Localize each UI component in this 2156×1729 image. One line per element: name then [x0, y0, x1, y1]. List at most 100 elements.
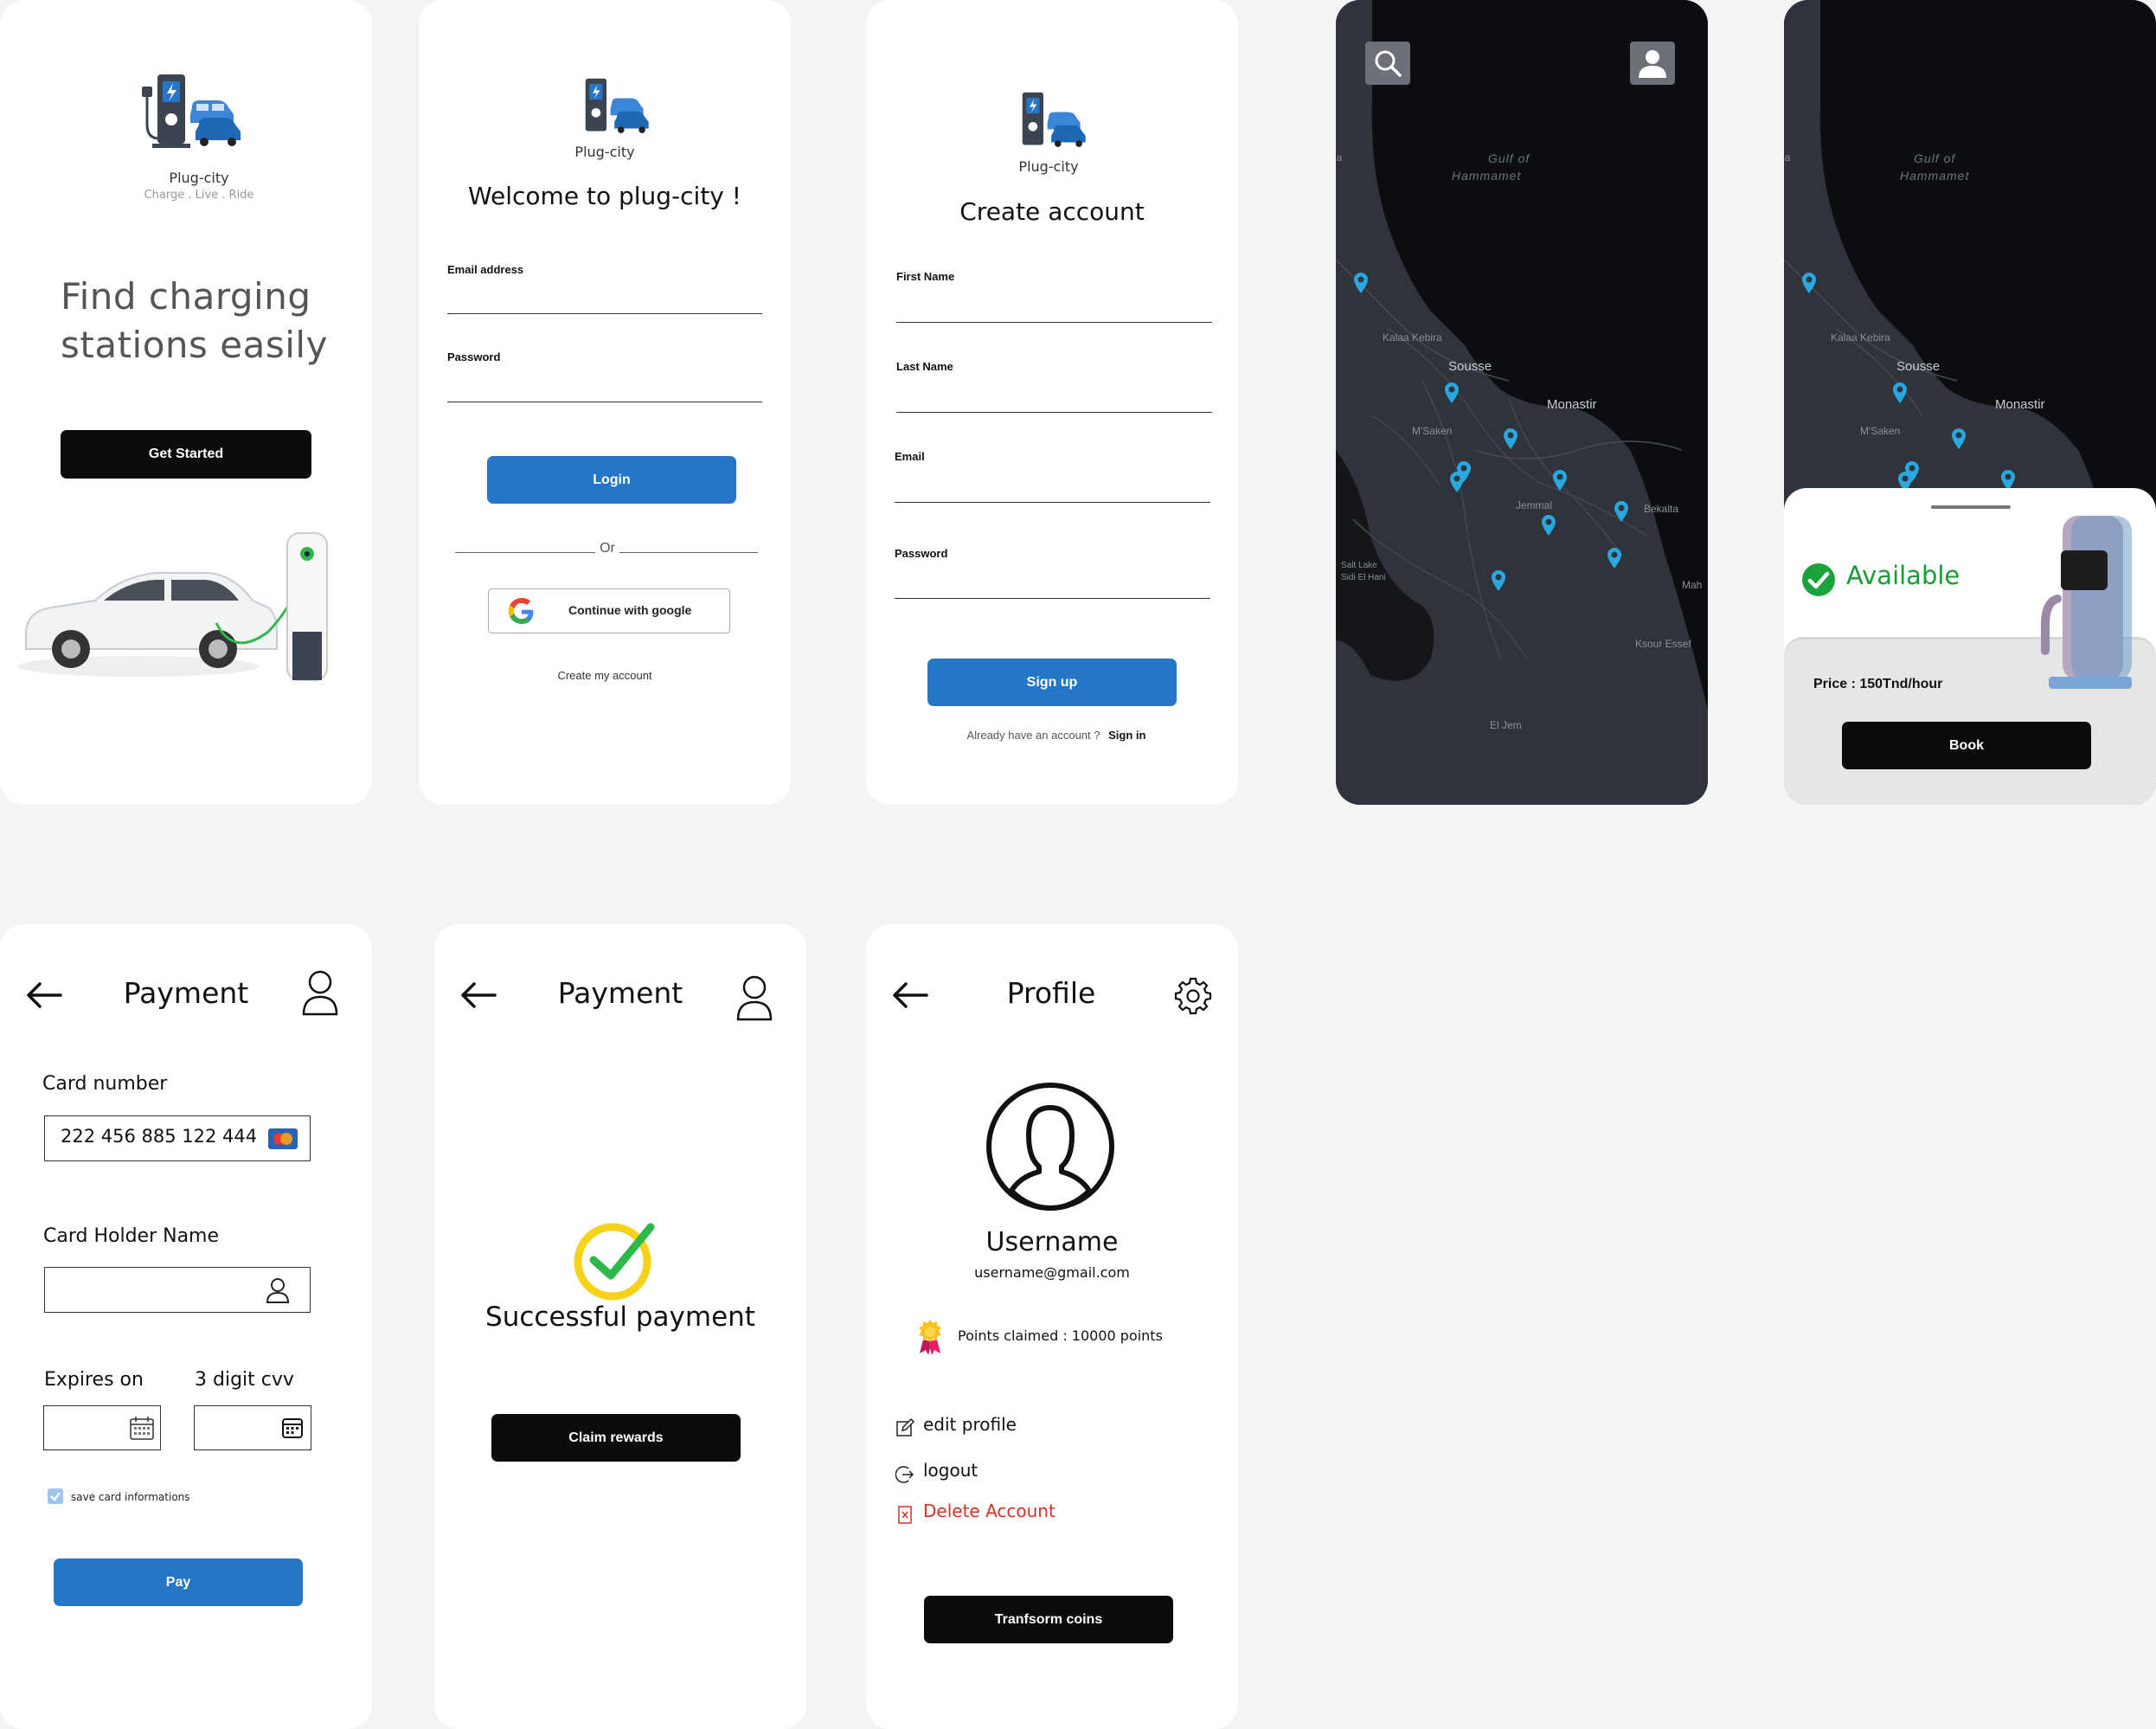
onboarding-headline-1: Find charging — [61, 275, 311, 318]
map-pin-icon[interactable] — [1447, 471, 1466, 493]
charger-illustration — [2041, 516, 2132, 689]
signup-title: Create account — [959, 197, 1145, 226]
calendar-icon — [130, 1417, 154, 1440]
create-account-link[interactable]: Create my account — [505, 669, 704, 682]
trash-icon — [898, 1506, 912, 1524]
page-title: Profile — [1006, 976, 1096, 1010]
signin-prompt: Already have an account ? Sign in — [927, 729, 1186, 742]
password-label: Password — [447, 350, 501, 363]
map-pin-icon[interactable] — [1501, 427, 1520, 450]
payment-success-screen: Payment Successful payment Claim rewards — [434, 924, 806, 1729]
checkmark-icon — [50, 1492, 61, 1501]
last-name-field[interactable] — [896, 389, 1212, 413]
page-title: Payment — [557, 976, 683, 1010]
username: Username — [985, 1227, 1119, 1257]
first-name-label: First Name — [896, 270, 955, 283]
calendar-icon — [282, 1418, 303, 1438]
transform-coins-button[interactable]: Tranfsorm coins — [924, 1596, 1173, 1643]
plug-city-logo-icon — [142, 74, 241, 148]
search-button[interactable] — [1365, 42, 1410, 85]
cvv-label: 3 digit cvv — [195, 1369, 294, 1391]
logout-item[interactable]: logout — [895, 1460, 1068, 1486]
pay-button[interactable]: Pay — [54, 1559, 303, 1606]
signin-link[interactable]: Sign in — [1108, 729, 1145, 742]
or-label: Or — [600, 541, 615, 556]
search-icon — [1375, 50, 1402, 77]
map-pin-icon[interactable] — [1605, 547, 1624, 569]
email-field[interactable] — [895, 479, 1210, 503]
password-label: Password — [895, 547, 948, 560]
password-field[interactable] — [447, 379, 762, 402]
cvv-input[interactable] — [194, 1405, 311, 1450]
signup-screen: Plug-city Create account First Name Last… — [866, 0, 1238, 805]
get-started-button[interactable]: Get Started — [61, 430, 311, 479]
card-holder-input[interactable] — [44, 1267, 311, 1313]
logout-icon — [895, 1466, 914, 1483]
availability-status: Available — [1846, 561, 1960, 590]
back-arrow-icon[interactable] — [460, 981, 497, 1009]
already-text: Already have an account ? — [966, 729, 1100, 742]
map-pin-icon[interactable] — [1489, 569, 1508, 592]
mastercard-icon — [268, 1128, 298, 1149]
map-screen: Gulf of Hammamet na Kalaa Kebira Sousse … — [1336, 0, 1708, 805]
map-pin-icon[interactable] — [1539, 514, 1558, 537]
map-pin-icon[interactable] — [1949, 427, 1968, 450]
points-text: Points claimed : 10000 points — [958, 1327, 1163, 1344]
page-title: Payment — [123, 976, 249, 1010]
last-name-label: Last Name — [896, 360, 953, 373]
onboarding-screen: Plug-city Charge . Live . Ride Find char… — [0, 0, 372, 805]
sheet-handle[interactable] — [1931, 505, 2011, 509]
card-number-label: Card number — [42, 1073, 168, 1095]
card-number-value: 222 456 885 122 444 — [61, 1126, 258, 1147]
divider-right — [619, 552, 758, 553]
logout-label: logout — [923, 1460, 979, 1481]
plug-city-logo-icon — [585, 78, 649, 133]
map-pin-icon[interactable] — [1550, 469, 1569, 492]
booking-sheet: Available Price : 150Tnd/hour Book — [1784, 488, 2156, 805]
edit-profile-item[interactable]: edit profile — [895, 1414, 1068, 1440]
login-title: Welcome to plug-city ! — [467, 182, 741, 210]
expires-label: Expires on — [44, 1369, 144, 1391]
plug-city-logo-icon — [1022, 92, 1086, 147]
signup-button[interactable]: Sign up — [927, 659, 1177, 706]
user-icon[interactable] — [301, 967, 339, 1016]
password-field[interactable] — [895, 575, 1210, 599]
delete-account-item[interactable]: Delete Account — [895, 1501, 1103, 1527]
card-number-input[interactable]: 222 456 885 122 444 — [44, 1115, 311, 1161]
map-pin-icon[interactable] — [1612, 500, 1631, 523]
brand-name: Plug-city — [574, 144, 635, 160]
map-pin-icon[interactable] — [1442, 382, 1461, 404]
map-pin-icon[interactable] — [1800, 272, 1819, 294]
login-screen: Plug-city Welcome to plug-city ! Email a… — [419, 0, 791, 805]
google-button-label: Continue with google — [568, 603, 692, 617]
map-pin-icon[interactable] — [1890, 382, 1909, 404]
profile-screen: Profile Username username@gmail.com Poin… — [866, 924, 1238, 1729]
edit-icon — [896, 1418, 914, 1437]
user-icon[interactable] — [735, 973, 773, 1021]
email-label: Email address — [447, 263, 524, 276]
google-button[interactable]: Continue with google — [488, 588, 730, 633]
map-pins — [1336, 0, 1708, 805]
email-field[interactable] — [447, 291, 762, 314]
claim-rewards-button[interactable]: Claim rewards — [491, 1414, 741, 1462]
login-button[interactable]: Login — [487, 456, 736, 504]
delete-account-label: Delete Account — [923, 1501, 1056, 1521]
save-card-label: save card informations — [71, 1491, 190, 1503]
medal-icon — [919, 1320, 941, 1355]
profile-button[interactable] — [1630, 42, 1675, 85]
map-pin-icon[interactable] — [1351, 272, 1370, 294]
gear-icon[interactable] — [1173, 976, 1213, 1016]
payment-form-screen: Payment Card number 222 456 885 122 444 … — [0, 924, 372, 1729]
save-card-checkbox[interactable] — [48, 1488, 63, 1504]
price-label: Price : 150Tnd/hour — [1813, 677, 1943, 691]
success-message: Successful payment — [485, 1302, 755, 1333]
divider-left — [455, 552, 595, 553]
user-icon — [1639, 50, 1666, 78]
book-button[interactable]: Book — [1842, 722, 2091, 769]
email-label: Email — [895, 450, 925, 463]
first-name-field[interactable] — [896, 299, 1212, 323]
expiry-input[interactable] — [43, 1405, 161, 1450]
back-arrow-icon[interactable] — [892, 981, 928, 1009]
success-check-icon — [574, 1223, 655, 1301]
back-arrow-icon[interactable] — [26, 981, 62, 1009]
